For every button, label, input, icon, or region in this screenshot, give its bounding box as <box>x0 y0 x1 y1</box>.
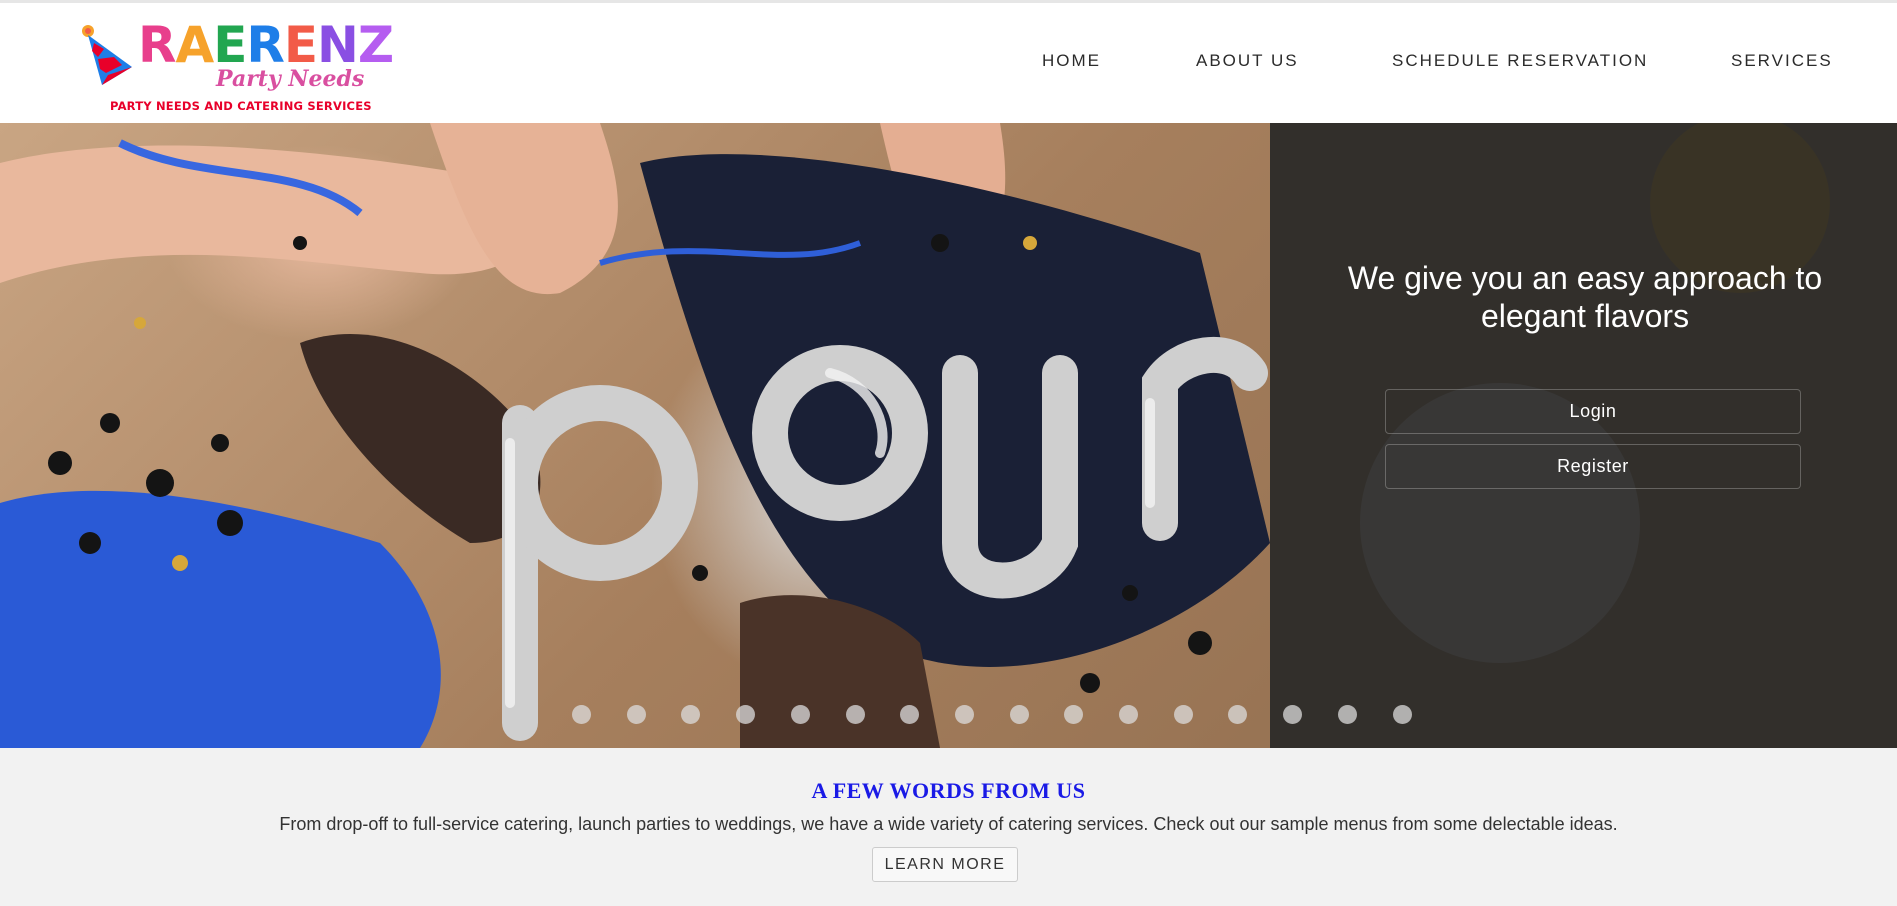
slide-dot[interactable] <box>1228 705 1247 724</box>
nav-home[interactable]: HOME <box>1042 51 1101 71</box>
login-button[interactable]: Login <box>1385 389 1801 434</box>
intro-heading: A FEW WORDS FROM US <box>811 778 1086 803</box>
slide-dot[interactable] <box>900 705 919 724</box>
slide-dot[interactable] <box>681 705 700 724</box>
intro-section: A FEW WORDS FROM US From drop-off to ful… <box>0 748 1897 906</box>
intro-text: From drop-off to full-service catering, … <box>279 814 1618 834</box>
learn-more-button[interactable]: LEARN MORE <box>872 847 1018 882</box>
main-nav: HOME ABOUT US SCHEDULE RESERVATION SERVI… <box>0 51 1897 81</box>
auth-panel: We give you an easy approach to elegant … <box>1270 123 1897 748</box>
nav-services[interactable]: SERVICES <box>1731 51 1833 71</box>
slide-dot[interactable] <box>572 705 591 724</box>
slide-dot[interactable] <box>1010 705 1029 724</box>
slide-dot[interactable] <box>627 705 646 724</box>
slide-dot[interactable] <box>1338 705 1357 724</box>
slide-dot[interactable] <box>1119 705 1138 724</box>
slide-dot[interactable] <box>846 705 865 724</box>
slide-dot[interactable] <box>1393 705 1412 724</box>
slide-dot[interactable] <box>791 705 810 724</box>
slide-dot[interactable] <box>736 705 755 724</box>
site-header: RAERENZ Party Needs PARTY NEEDS AND CATE… <box>0 3 1897 123</box>
hero-headline: We give you an easy approach to elegant … <box>1347 260 1823 334</box>
hero-slider: We give you an easy approach to elegant … <box>0 123 1897 748</box>
slide-dot[interactable] <box>955 705 974 724</box>
nav-about-us[interactable]: ABOUT US <box>1196 51 1299 71</box>
nav-schedule-reservation[interactable]: SCHEDULE RESERVATION <box>1392 51 1648 71</box>
register-button[interactable]: Register <box>1385 444 1801 489</box>
brand-tagline: PARTY NEEDS AND CATERING SERVICES <box>110 99 372 113</box>
slide-indicators <box>0 705 1897 725</box>
slide-dot[interactable] <box>1064 705 1083 724</box>
slide-dot[interactable] <box>1174 705 1193 724</box>
slide-dot[interactable] <box>1283 705 1302 724</box>
